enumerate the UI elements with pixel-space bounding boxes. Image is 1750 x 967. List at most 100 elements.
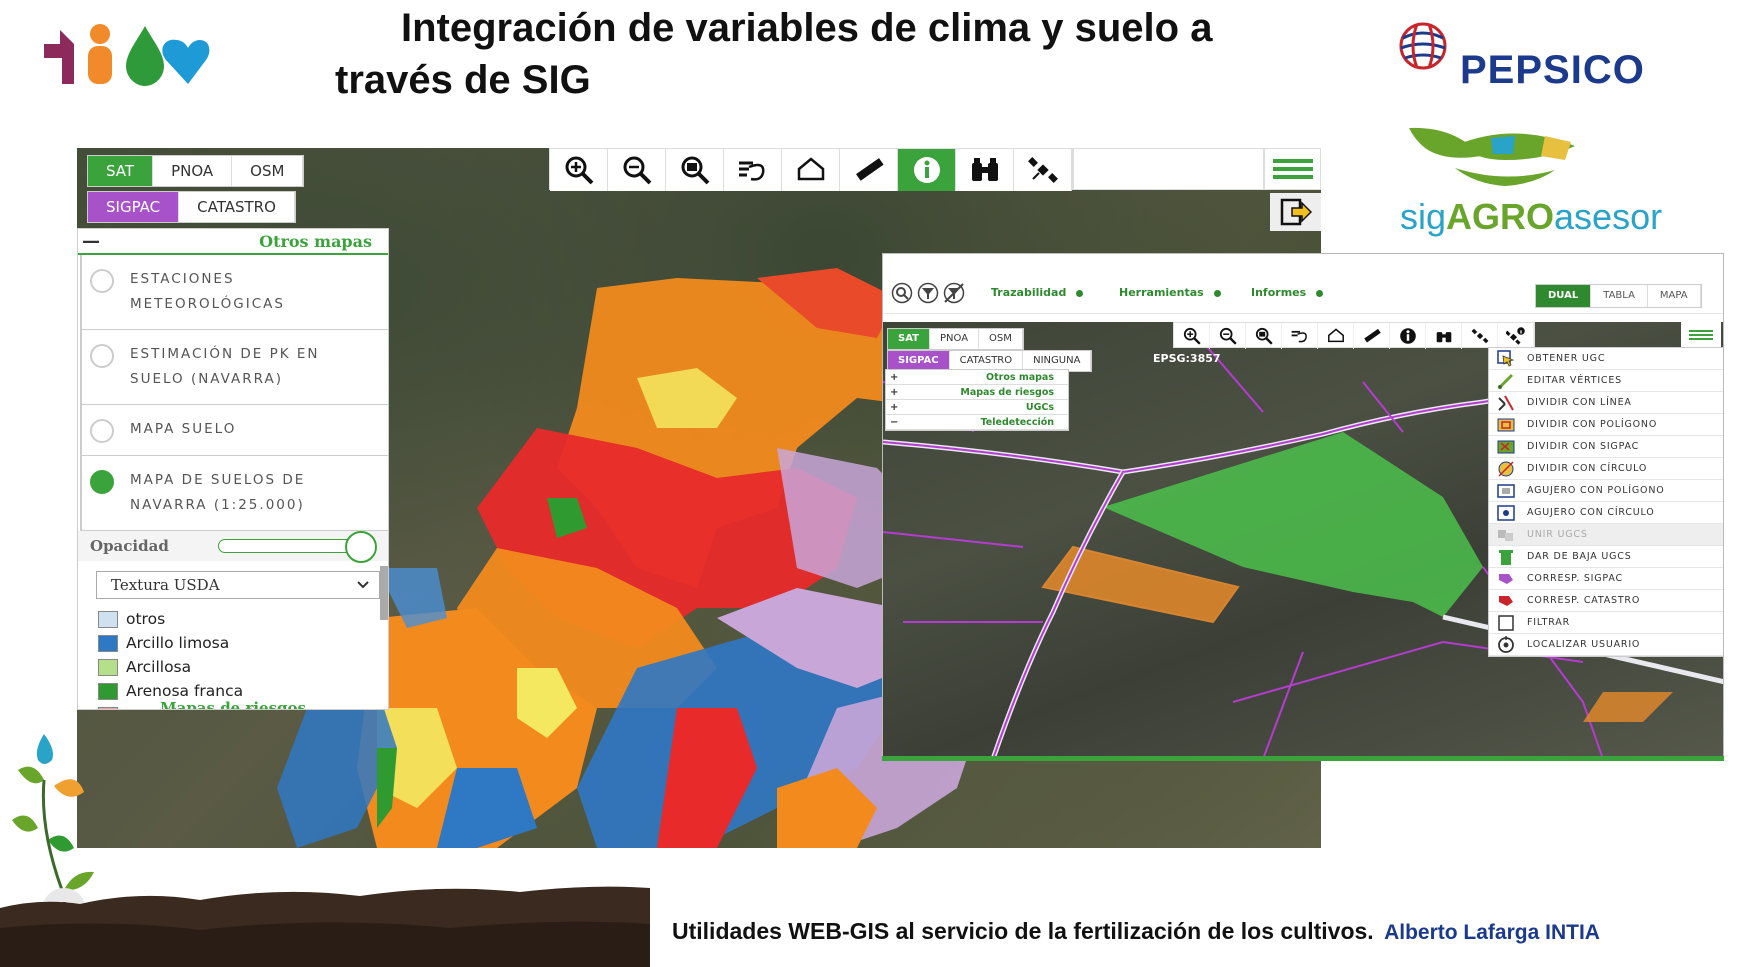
satellite-info-icon[interactable] [1498,323,1534,349]
split-circle-icon [1497,460,1515,477]
menu-hamburger-icon[interactable] [1264,148,1321,190]
split-polygon-icon [1497,417,1515,433]
exit-icon[interactable] [1270,193,1321,231]
menu-item[interactable]: DIVIDIR CON CÍRCULO [1489,458,1723,480]
menu-item[interactable]: AGUJERO CON CÍRCULO [1489,502,1723,524]
measure-path-icon[interactable] [724,149,782,191]
dual-view-window: Trazabilidad Herramientas Informes DUAL … [882,253,1724,758]
menu-item[interactable]: DAR DE BAJA UGCS [1489,546,1723,568]
menu-item-label: EDITAR VÉRTICES [1527,375,1622,386]
layer-label: MAPA SUELO [130,421,237,437]
legend-type-select[interactable]: Textura USDA [96,571,380,599]
hole-circle-icon [1497,504,1515,521]
menu-item-label: AGUJERO CON CÍRCULO [1527,507,1655,518]
info-icon[interactable] [1390,323,1426,349]
satellite-icon[interactable] [1014,149,1072,191]
slide-title: Integración de variables de clima y suel… [335,2,1325,106]
menu-item[interactable]: EDITAR VÉRTICES [1489,370,1723,392]
chevron-down-icon [357,581,369,589]
opacity-control: Opacidad [78,531,388,563]
collapse-icon[interactable]: — [82,231,100,252]
menu-item-label: OBTENER UGC [1527,353,1606,364]
split-line-icon [1497,395,1515,411]
mini-basemap-sat-button[interactable]: SAT [888,329,930,349]
ruler-icon[interactable] [1354,323,1390,349]
view-tabla-button[interactable]: TABLA [1591,285,1648,307]
layer-item[interactable]: MAPA SUELO [80,405,388,456]
zoom-out-icon[interactable] [1210,323,1246,349]
mini-panel-row[interactable]: + Otros mapas [886,370,1068,385]
binoculars-icon[interactable] [956,149,1014,191]
layer-radio-selected[interactable] [90,470,114,494]
next-section-header[interactable]: Mapas de riesgos [78,699,388,709]
menu-item-label: CORRESP. SIGPAC [1527,573,1623,584]
mini-panel-label: UGCs [1025,401,1054,413]
opacity-slider-knob[interactable] [345,531,377,563]
menu-item[interactable]: OBTENER UGC [1489,348,1723,370]
mini-menu-hamburger-icon[interactable] [1681,322,1721,348]
polygon-icon[interactable] [782,149,840,191]
search-icon[interactable] [891,282,913,304]
mini-panel-label: Mapas de riesgos [960,386,1054,398]
filter-icon[interactable] [917,282,939,304]
layer-radio[interactable] [90,419,114,443]
info-icon[interactable] [898,149,956,191]
mini-overlay-ninguna-button[interactable]: NINGUNA [1023,351,1092,371]
menu-item[interactable]: DIVIDIR CON LÍNEA [1489,392,1723,414]
basemap-osm-button[interactable]: OSM [232,156,304,186]
mini-overlay-sigpac-button[interactable]: SIGPAC [888,351,950,371]
layer-item[interactable]: ESTACIONES METEOROLÓGICAS [80,255,388,330]
mini-overlay-catastro-button[interactable]: CATASTRO [949,351,1024,371]
panel-title: Otros mapas [259,231,372,251]
menu-item-label: DIVIDIR CON LÍNEA [1527,397,1632,408]
mini-panel-row[interactable]: − Teledetección [886,415,1068,430]
satellite-icon[interactable] [1462,323,1498,349]
opacity-slider[interactable] [218,531,377,563]
nav-trazabilidad[interactable]: Trazabilidad [991,286,1083,299]
mini-basemap-pnoa-button[interactable]: PNOA [930,329,980,349]
menu-item[interactable]: CORRESP. CATASTRO [1489,590,1723,612]
nav-herramientas[interactable]: Herramientas [1119,286,1221,299]
view-mapa-button[interactable]: MAPA [1647,285,1701,307]
panel-scrollbar[interactable] [380,566,388,620]
overlay-sigpac-button[interactable]: SIGPAC [88,192,180,222]
zoom-extent-icon[interactable] [1246,323,1282,349]
tools-dropdown-menu: OBTENER UGC EDITAR VÉRTICES DIVIDIR CON LÍ… [1488,347,1723,657]
mini-panel-row[interactable]: + UGCs [886,400,1068,415]
menu-item[interactable]: AGUJERO CON POLÍGONO [1489,480,1723,502]
map-toolbar [549,148,1073,191]
zoom-out-icon[interactable] [608,149,666,191]
layer-item[interactable]: ESTIMACIÓN DE PK EN SUELO (NAVARRA) [80,330,388,405]
menu-item[interactable]: CORRESP. SIGPAC [1489,568,1723,590]
panel-header[interactable]: — Otros mapas [78,229,388,255]
clear-filter-icon[interactable] [943,282,965,304]
mini-basemap-osm-button[interactable]: OSM [979,329,1023,349]
layer-label: ESTACIONES METEOROLÓGICAS [130,271,285,312]
menu-item[interactable]: DIVIDIR CON SIGPAC [1489,436,1723,458]
polygon-icon[interactable] [1318,323,1354,349]
measure-path-icon[interactable] [1282,323,1318,349]
menu-item[interactable]: LOCALIZAR USUARIO [1489,634,1723,656]
mini-panel-row[interactable]: + Mapas de riesgos [886,385,1068,400]
menu-item: UNIR UGCS [1489,524,1723,546]
overlay-catastro-button[interactable]: CATASTRO [179,192,295,222]
menu-item[interactable]: FILTRAR [1489,612,1723,634]
layer-item[interactable]: MAPA DE SUELOS DE NAVARRA (1:25.000) [80,456,388,531]
basemap-sat-button[interactable]: SAT [88,156,154,186]
binoculars-icon[interactable] [1426,323,1462,349]
title-line-1: Integración de variables de clima y suel… [401,6,1213,50]
zoom-extent-icon[interactable] [666,149,724,191]
projection-label: EPSG:3857 [1153,352,1221,365]
expand-sign: + [890,371,899,383]
nav-informes[interactable]: Informes [1251,286,1323,299]
layer-radio[interactable] [90,344,114,368]
menu-item[interactable]: DIVIDIR CON POLÍGONO [1489,414,1723,436]
soil-strip-illustration [0,886,650,967]
ruler-icon[interactable] [840,149,898,191]
view-dual-button[interactable]: DUAL [1536,285,1592,307]
zoom-in-icon[interactable] [1174,323,1210,349]
layer-radio[interactable] [90,269,114,293]
zoom-in-icon[interactable] [550,149,608,191]
mini-layers-panel: + Otros mapas + Mapas de riesgos + UGCs − Te… [885,369,1069,431]
basemap-pnoa-button[interactable]: PNOA [153,156,233,186]
